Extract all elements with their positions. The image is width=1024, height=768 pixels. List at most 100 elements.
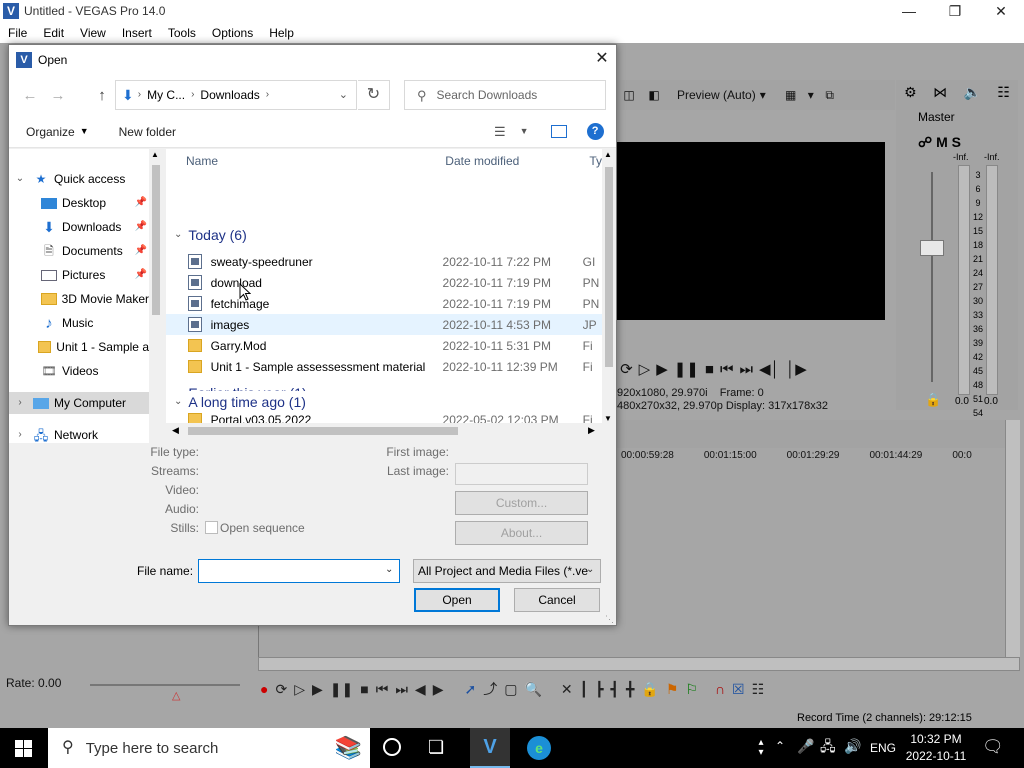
menu-tools[interactable]: Tools xyxy=(160,26,204,40)
scroll-arrows-icon[interactable]: ▴ ▾ xyxy=(754,728,768,768)
language-indicator[interactable]: ENG xyxy=(870,741,896,755)
help-icon[interactable]: ? xyxy=(586,123,604,140)
search-input[interactable]: Search Downloads xyxy=(437,88,538,102)
scroll-right-icon[interactable]: ▶ xyxy=(588,426,595,435)
chevron-down-icon[interactable]: ⌄ xyxy=(174,397,182,407)
nav-my-computer[interactable]: › My Computer xyxy=(9,392,149,414)
resize-grip-icon[interactable]: ⋱ xyxy=(605,615,614,624)
preview-quality-dropdown[interactable]: Preview (Auto) xyxy=(677,88,756,102)
menu-help[interactable]: Help xyxy=(261,26,302,40)
nav-music[interactable]: ♪ Music xyxy=(9,312,149,334)
menu-file[interactable]: File xyxy=(0,26,35,40)
column-name[interactable]: Name xyxy=(186,154,445,168)
nav-pictures[interactable]: Pictures 📌 xyxy=(9,264,149,286)
delete-icon[interactable]: ✕ xyxy=(561,682,573,696)
up-arrow-icon[interactable]: ↑ xyxy=(91,86,113,104)
file-row-hovered[interactable]: images 2022-10-11 4:53 PM JP xyxy=(166,314,602,335)
chevron-down-icon[interactable]: ⌄ xyxy=(586,565,594,575)
chevron-right-icon[interactable]: › xyxy=(138,90,141,100)
chevron-right-icon[interactable]: › xyxy=(13,398,27,408)
trim-icon[interactable]: ┃ xyxy=(580,682,588,696)
menu-view[interactable]: View xyxy=(72,26,114,40)
taskbar-search-input[interactable]: Type here to search xyxy=(86,740,219,757)
nav-quick-access[interactable]: ⌄ ★ Quick access xyxy=(9,168,149,190)
play-from-start-icon[interactable]: ▷ xyxy=(639,362,651,377)
normal-edit-tool-icon[interactable]: ➚ xyxy=(464,682,476,696)
nav-3d-movie-maker[interactable]: 3D Movie Maker xyxy=(9,288,149,310)
scroll-down-icon[interactable]: ▼ xyxy=(604,415,612,423)
maximize-button[interactable]: ❐ xyxy=(932,0,978,22)
speaker-icon[interactable]: 🔈 xyxy=(963,85,980,99)
ripple-icon[interactable]: ☷ xyxy=(752,682,765,696)
master-fader[interactable] xyxy=(920,240,944,256)
prev-frame-icon[interactable]: ◀ xyxy=(415,682,426,696)
chevron-down-icon[interactable]: ▾ xyxy=(756,89,770,101)
chevron-down-icon[interactable]: ▾ xyxy=(804,89,818,101)
chevron-down-icon[interactable]: ⌄ xyxy=(339,89,348,101)
forward-arrow-icon[interactable]: → xyxy=(47,86,69,104)
selection-tool-icon[interactable]: ▢ xyxy=(504,682,517,696)
file-list-vscroll[interactable]: ▲ ▼ xyxy=(602,149,616,429)
marker-icon[interactable]: ⚑ xyxy=(666,682,679,696)
organize-button[interactable]: Organize xyxy=(26,125,75,139)
view-options-icon[interactable]: ☰ xyxy=(494,125,506,138)
chevron-right-icon[interactable]: › xyxy=(191,90,194,100)
custom-button[interactable]: Custom... xyxy=(455,491,588,515)
trim-end-icon[interactable]: ┫ xyxy=(611,682,619,696)
search-box[interactable]: ⚲ Search Downloads xyxy=(404,80,606,110)
file-row[interactable]: Garry.Mod 2022-10-11 5:31 PM Fi xyxy=(166,335,602,356)
prev-frame-icon[interactable]: ◀│ xyxy=(759,362,780,377)
timeline-vscroll[interactable] xyxy=(1005,420,1020,657)
open-button[interactable]: Open xyxy=(414,588,500,612)
lock-icon[interactable]: 🔒 xyxy=(925,393,941,406)
zoom-tool-icon[interactable]: 🔍 xyxy=(524,682,541,696)
file-row[interactable]: download 2022-10-11 7:19 PM PN xyxy=(166,272,602,293)
trim-start-icon[interactable]: ┣ xyxy=(595,682,603,696)
nav-documents[interactable]: 🗎 Documents 📌 xyxy=(9,240,149,262)
play-from-start-icon[interactable]: ▷ xyxy=(294,682,305,696)
bowtie-icon[interactable]: ⋈ xyxy=(933,85,947,99)
overlays-icon[interactable]: ◧ xyxy=(641,89,667,101)
auto-crossfade-icon[interactable]: ☒ xyxy=(732,682,745,696)
grid-icon[interactable]: ▦ xyxy=(778,89,804,101)
scroll-up-icon[interactable]: ▲ xyxy=(604,151,612,159)
record-icon[interactable]: ● xyxy=(260,682,268,696)
file-list-hscroll-thumb[interactable] xyxy=(188,427,458,435)
chevron-right-icon[interactable]: › xyxy=(13,430,27,440)
gear-icon[interactable]: ⚙ xyxy=(904,85,917,99)
envelope-tool-icon[interactable]: ⤴ xyxy=(483,682,497,696)
mixer-icon[interactable]: ☷ xyxy=(997,85,1010,99)
go-to-start-icon[interactable]: ⏮ xyxy=(376,682,389,696)
rate-slider[interactable] xyxy=(90,684,240,686)
windows-start-icon[interactable] xyxy=(15,740,32,757)
pause-icon[interactable]: ❚❚ xyxy=(330,682,353,696)
pause-icon[interactable]: ❚❚ xyxy=(674,362,699,377)
column-date-modified[interactable]: Date modified xyxy=(445,154,589,168)
snapping-icon[interactable]: ∩ xyxy=(715,682,725,696)
dialog-close-button[interactable]: ✕ xyxy=(591,48,613,70)
menu-insert[interactable]: Insert xyxy=(114,26,160,40)
stop-icon[interactable]: ■ xyxy=(705,362,714,377)
menu-edit[interactable]: Edit xyxy=(35,26,72,40)
nav-scroll-thumb[interactable] xyxy=(152,165,160,315)
chevron-down-icon[interactable]: ▼ xyxy=(80,127,89,136)
task-view-icon[interactable]: ❏ xyxy=(428,738,444,756)
file-name-input[interactable]: ⌄ xyxy=(198,559,400,583)
file-list-vscroll-thumb[interactable] xyxy=(605,167,613,367)
edge-browser-icon[interactable]: e xyxy=(527,736,551,760)
new-folder-button[interactable]: New folder xyxy=(119,125,176,139)
nav-downloads[interactable]: ⬇ Downloads 📌 xyxy=(9,216,149,238)
split-screen-icon[interactable]: ◫ xyxy=(617,89,641,101)
breadcrumb-downloads[interactable]: Downloads xyxy=(200,88,259,102)
stop-icon[interactable]: ■ xyxy=(360,682,368,696)
go-to-end-icon[interactable]: ⏭ xyxy=(739,362,753,377)
notifications-icon[interactable]: 🗨 xyxy=(982,738,1004,755)
address-bar[interactable]: ⬇ › My C... › Downloads › ⌄ xyxy=(115,80,357,110)
lock-icon[interactable]: 🔒 xyxy=(641,682,658,696)
preview-pane-icon[interactable] xyxy=(550,125,567,138)
chevron-down-icon[interactable]: ⌄ xyxy=(174,230,182,240)
back-arrow-icon[interactable]: ← xyxy=(19,86,41,104)
about-button[interactable]: About... xyxy=(455,521,588,545)
menu-options[interactable]: Options xyxy=(204,26,261,40)
nav-videos[interactable]: 🎞 Videos xyxy=(9,360,149,382)
